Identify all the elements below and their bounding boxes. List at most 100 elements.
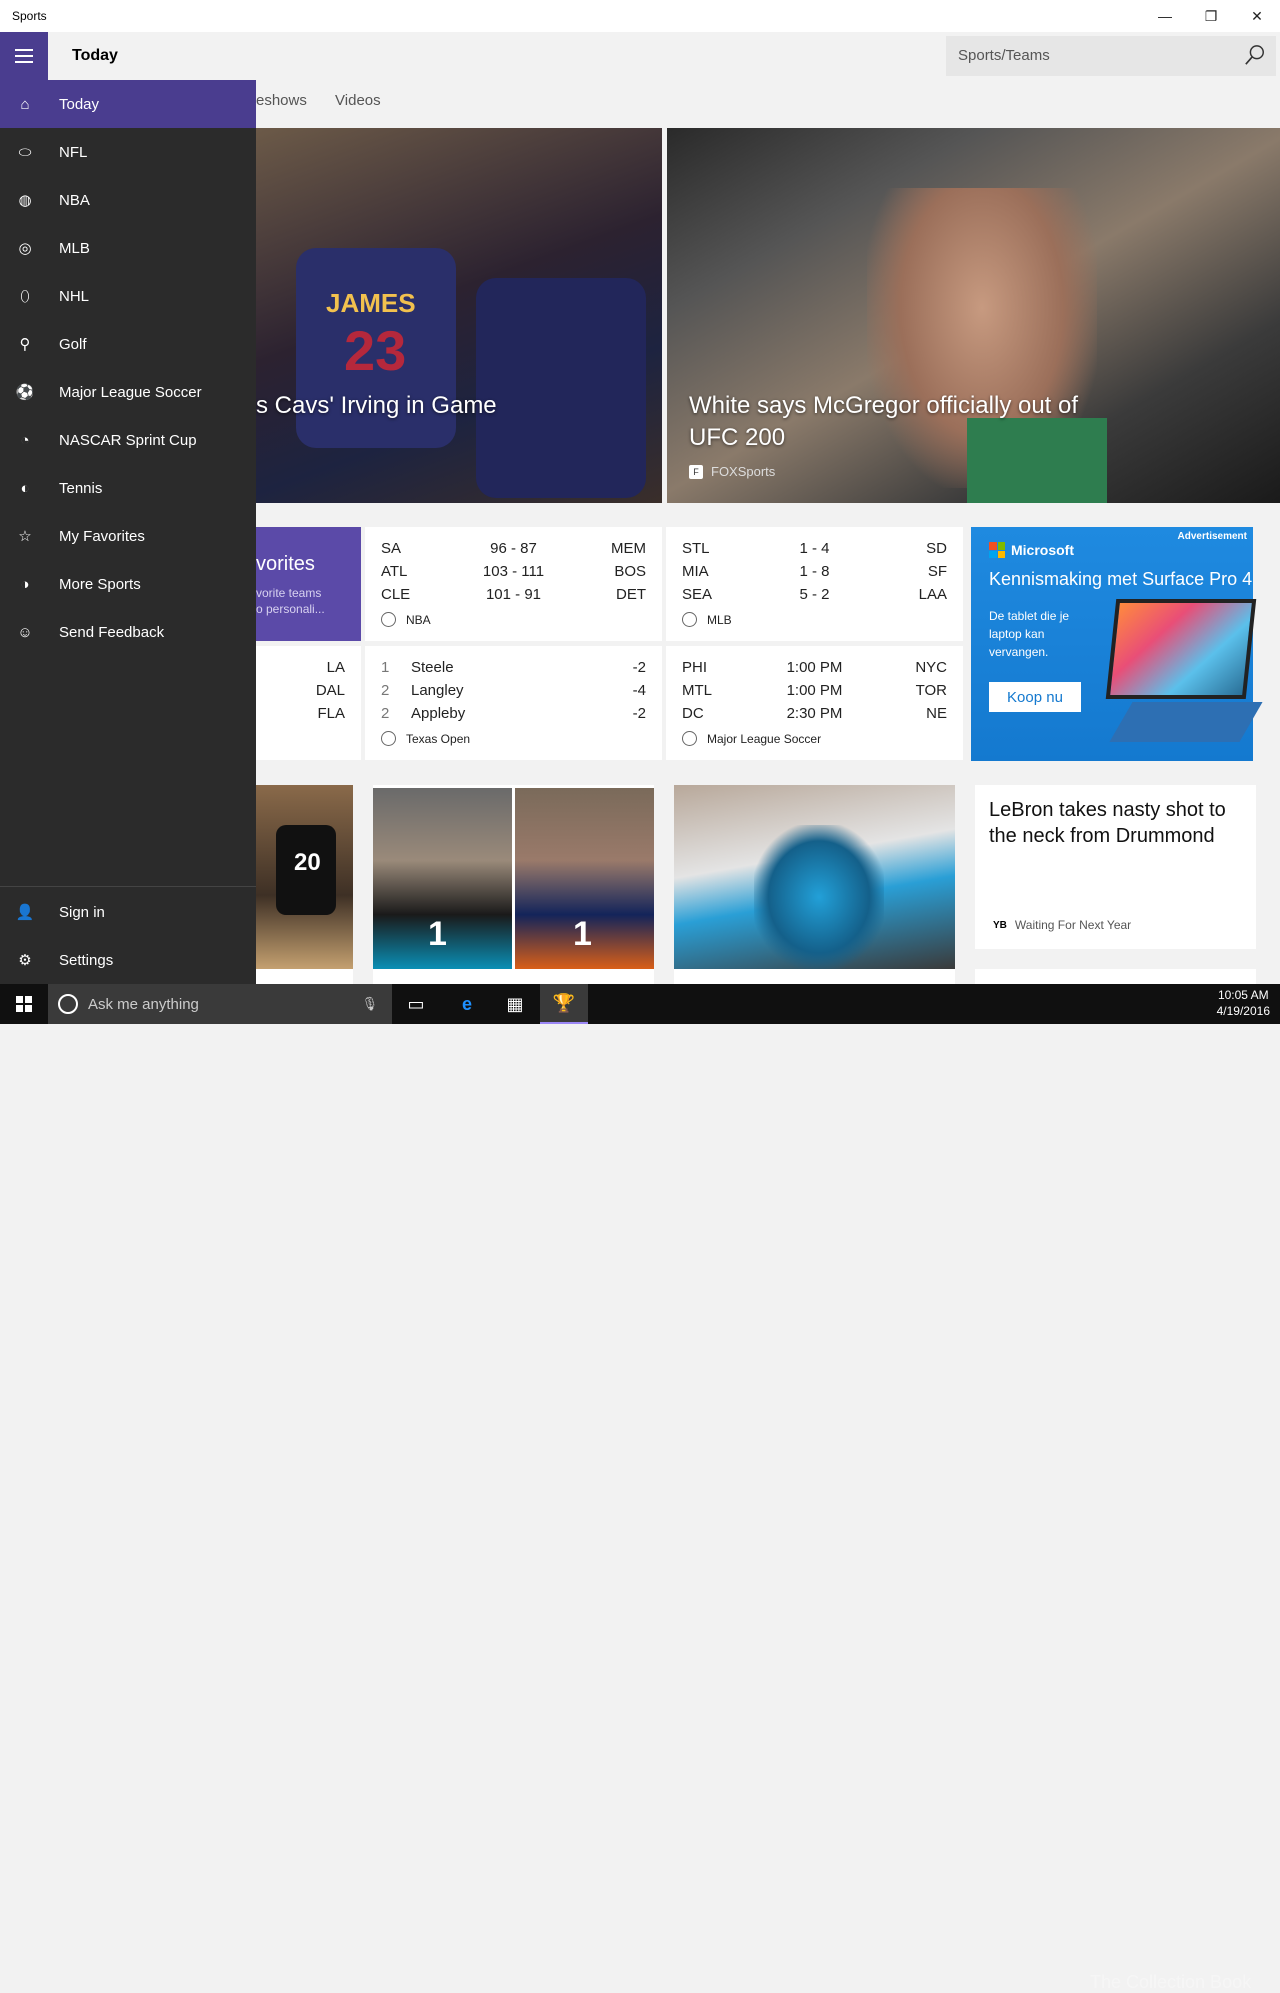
score-row: MTL 1:00 PM TOR xyxy=(682,682,947,699)
golf-icon: ⚲ xyxy=(19,336,31,353)
league-label: MLB xyxy=(707,612,732,627)
nav-item-nba[interactable]: ◍ NBA xyxy=(0,176,256,224)
nav-item-settings[interactable]: ⚙ Settings xyxy=(0,936,256,984)
news-headline[interactable]: LeBron takes nasty shot to the neck from… xyxy=(989,797,1242,849)
nav-item-nascar-sprint-cup[interactable]: ◔ NASCAR Sprint Cup xyxy=(0,416,256,464)
nba-scores-card[interactable]: SA 96 - 87 MEM ATL 103 - 111 BOS CLE 101 - 91… xyxy=(365,527,662,641)
nav-item-more-sports[interactable]: ◑ More Sports xyxy=(0,560,256,608)
spurs-story-tile[interactable]: 20 xyxy=(256,785,353,969)
nav-item-label: MLB xyxy=(59,239,90,257)
search-box[interactable]: Sports/Teams xyxy=(946,36,1276,76)
microphone-icon[interactable]: 🎙 xyxy=(361,996,378,1012)
more-sports-icon: ◑ xyxy=(20,575,30,593)
cortana-icon xyxy=(58,994,78,1014)
home-icon: ⌂ xyxy=(20,95,30,113)
page-title: Today xyxy=(72,47,118,64)
advertisement-card[interactable]: Advertisement Microsoft Kennismaking met… xyxy=(971,527,1263,761)
search-input[interactable]: Sports/Teams xyxy=(958,47,1050,64)
tab-videos[interactable]: Videos xyxy=(335,92,381,109)
nav-item-major-league-soccer[interactable]: ⚽ Major League Soccer xyxy=(0,368,256,416)
windows-logo-icon xyxy=(16,996,32,1012)
team-code: LA xyxy=(326,659,345,676)
mlb-scores-card[interactable]: STL 1 - 4 SD MIA 1 - 8 SF SEA 5 - 2 LAA MLB xyxy=(666,527,963,641)
nav-item-nfl[interactable]: ⬭ NFL xyxy=(0,128,256,176)
league-label: NBA xyxy=(406,612,431,627)
nav-item-send-feedback[interactable]: ☺ Send Feedback xyxy=(0,608,256,656)
jersey-number: 23 xyxy=(344,319,407,382)
news-story-card[interactable] xyxy=(975,969,1256,984)
nav-item-my-favorites[interactable]: ☆ My Favorites xyxy=(0,512,256,560)
favorites-heading: vorites xyxy=(256,553,315,575)
cortana-search-box[interactable]: Ask me anything 🎙 xyxy=(48,984,392,1024)
story-source: YB Waiting For Next Year xyxy=(993,918,1131,932)
panthers-story-tile[interactable] xyxy=(674,785,955,969)
ad-headline: Kennismaking met Surface Pro 4 xyxy=(989,569,1253,589)
card-footer: NBA xyxy=(381,612,431,627)
mls-schedule-card[interactable]: PHI 1:00 PM NYC MTL 1:00 PM TOR DC 2:30 PM NE … xyxy=(666,646,963,760)
nav-item-label: Sign in xyxy=(59,903,105,921)
hero-headline[interactable]: White says McGregor officially out of UF… xyxy=(689,390,1109,454)
nav-item-sign-in[interactable]: 👤 Sign in xyxy=(0,888,256,936)
nav-item-label: NHL xyxy=(59,287,90,305)
microsoft-logo-icon xyxy=(989,542,1005,558)
hero-story-cavs[interactable]: JAMES 23 s Cavs' Irving in Game xyxy=(256,128,662,503)
cortana-input[interactable]: Ask me anything xyxy=(88,996,199,1013)
restore-button[interactable]: ❐ xyxy=(1188,0,1234,32)
player-figure xyxy=(754,825,884,969)
nav-item-mlb[interactable]: ◎ MLB xyxy=(0,224,256,272)
nav-item-label: Settings xyxy=(59,951,114,969)
partial-score-card[interactable]: LA DAL FLA xyxy=(256,646,361,760)
card-footer: Major League Soccer xyxy=(682,731,821,746)
nav-item-tennis[interactable]: ◐ Tennis xyxy=(0,464,256,512)
nav-divider xyxy=(0,886,256,887)
watermark-text: The Collection Book xyxy=(1090,1972,1252,1992)
nav-item-label: NBA xyxy=(59,191,90,209)
buy-now-button[interactable]: Koop nu xyxy=(989,682,1081,712)
star-list-icon: ☆ xyxy=(18,528,32,545)
sports-app-taskbar-icon[interactable]: 🏆 xyxy=(540,984,588,1024)
card-footer: Texas Open xyxy=(381,731,470,746)
golf-leaderboard-card[interactable]: 1 Steele -2 2 Langley -4 2 Appleby -2 Texas Op… xyxy=(365,646,662,760)
store-icon[interactable]: ▦ xyxy=(491,984,539,1024)
soccer-icon xyxy=(682,731,697,746)
nav-item-golf[interactable]: ⚲ Golf xyxy=(0,320,256,368)
window-title: Sports xyxy=(12,9,47,23)
minimize-button[interactable]: — xyxy=(1142,0,1188,32)
source-name: Waiting For Next Year xyxy=(1014,918,1132,932)
content-tabs: eshows Videos xyxy=(256,92,405,109)
news-story-card[interactable]: LeBron takes nasty shot to the neck from… xyxy=(975,785,1256,949)
smiley-icon: ☺ xyxy=(17,623,33,641)
nav-item-today[interactable]: ⌂ Today xyxy=(0,80,256,128)
nav-item-label: Send Feedback xyxy=(59,623,165,641)
team-code: DAL xyxy=(315,682,345,699)
hero-story-mcgregor[interactable]: White says McGregor officially out of UF… xyxy=(667,128,1280,503)
baseball-icon: ◎ xyxy=(18,240,32,257)
ad-body: De tablet die je laptop kan vervangen. xyxy=(989,609,1070,659)
jersey-number: 1 xyxy=(428,915,447,953)
close-button[interactable]: ✕ xyxy=(1234,0,1280,32)
nav-item-label: Tennis xyxy=(59,479,103,497)
navigation-pane: ⌂ Today ⬭ NFL ◍ NBA ◎ MLB ⬯ NHL ⚲ Golf ⚽ Major League… xyxy=(0,80,256,984)
hero-headline[interactable]: s Cavs' Irving in Game xyxy=(256,390,497,422)
title-bar: Sports — ❐ ✕ xyxy=(0,0,1280,32)
score-row: SA 96 - 87 MEM xyxy=(381,540,646,557)
draft-story-tile[interactable]: 1 1 xyxy=(373,785,654,969)
football-icon: ⬭ xyxy=(18,143,32,161)
app-bar: Today Sports/Teams xyxy=(0,32,1280,80)
tab-slideshows[interactable]: eshows xyxy=(256,92,307,109)
edge-browser-icon[interactable]: e xyxy=(443,984,491,1024)
golf-icon xyxy=(381,731,396,746)
nav-item-label: NASCAR Sprint Cup xyxy=(59,431,197,449)
hamburger-menu-button[interactable] xyxy=(0,32,48,80)
system-clock[interactable]: 10:05 AM 4/19/2016 xyxy=(1217,987,1270,1019)
baseball-icon xyxy=(682,612,697,627)
ad-label: Advertisement xyxy=(1177,531,1247,542)
favorites-card[interactable]: vorites vorite teams o personali... xyxy=(256,527,361,641)
jersey-number: 1 xyxy=(573,915,592,953)
nav-item-nhl[interactable]: ⬯ NHL xyxy=(0,272,256,320)
task-view-icon[interactable]: ▭ xyxy=(392,984,440,1024)
score-row: ATL 103 - 111 BOS xyxy=(381,563,646,580)
gear-icon: ⚙ xyxy=(18,952,32,969)
search-icon[interactable] xyxy=(1244,44,1266,66)
start-button[interactable] xyxy=(0,984,48,1024)
